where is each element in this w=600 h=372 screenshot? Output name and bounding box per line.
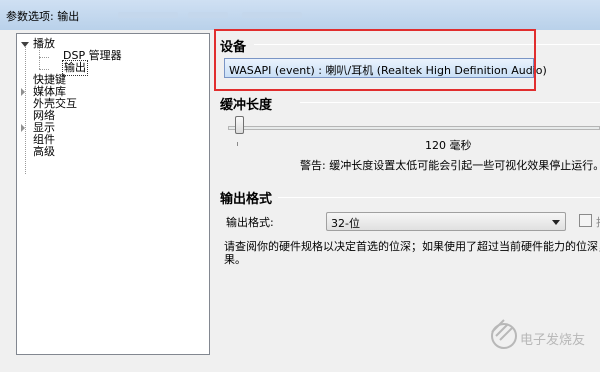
output-format-label: 输出格式: (226, 216, 274, 229)
title-bar-blurred-region (118, 12, 178, 18)
title-bar-blurred-region (188, 12, 228, 18)
device-highlight-box (214, 29, 536, 91)
tree-item-label: 播放 (33, 37, 55, 50)
buffer-length-value: 120 毫秒 (425, 139, 472, 152)
watermark-logo: 电子发烧友 (491, 319, 585, 349)
tree-collapsed-icon[interactable] (21, 88, 25, 96)
tree-connector (39, 69, 49, 70)
tree-collapsed-icon[interactable] (21, 124, 25, 132)
slider-tick (237, 142, 238, 146)
buffer-length-heading: 缓冲长度 (220, 98, 273, 113)
tree-connector (39, 48, 40, 69)
tree-item-label: 高级 (33, 145, 55, 158)
title-bar: 参数选项: 输出 (0, 0, 600, 30)
chevron-down-icon (552, 220, 560, 225)
preferences-tree[interactable]: 播放 DSP 管理器 输出 快捷键 媒体库 外壳交互 网络 显示 组件 高级 (16, 33, 210, 355)
window-title: 参数选项: 输出 (6, 10, 80, 23)
tree-expanded-icon[interactable] (21, 42, 29, 47)
output-format-dropdown[interactable]: 32-位 (326, 212, 566, 231)
title-bar-blurred-region (242, 12, 302, 18)
dither-checkbox[interactable] (579, 214, 592, 227)
output-format-note-line2: 果。 (224, 253, 246, 266)
tree-item-label: 输出 (62, 60, 88, 76)
buffer-warning-text: 警告: 缓冲长度设置太低可能会引起一些可视化效果停止运行。 (300, 159, 600, 172)
tree-connector (39, 57, 49, 58)
tree-connector (25, 44, 26, 174)
output-format-heading: 输出格式 (220, 192, 273, 207)
dither-label: 抖 (596, 214, 600, 230)
output-format-value: 32-位 (331, 217, 360, 230)
buffer-length-slider-track[interactable] (228, 126, 600, 130)
buffer-length-slider-handle[interactable] (235, 116, 245, 134)
divider (278, 197, 600, 198)
output-format-note-line1: 请查阅你的硬件规格以决定首选的位深；如果使用了超过当前硬件能力的位深，可 (224, 240, 600, 253)
watermark-text: 电子发烧友 (520, 332, 585, 348)
divider (300, 102, 600, 103)
